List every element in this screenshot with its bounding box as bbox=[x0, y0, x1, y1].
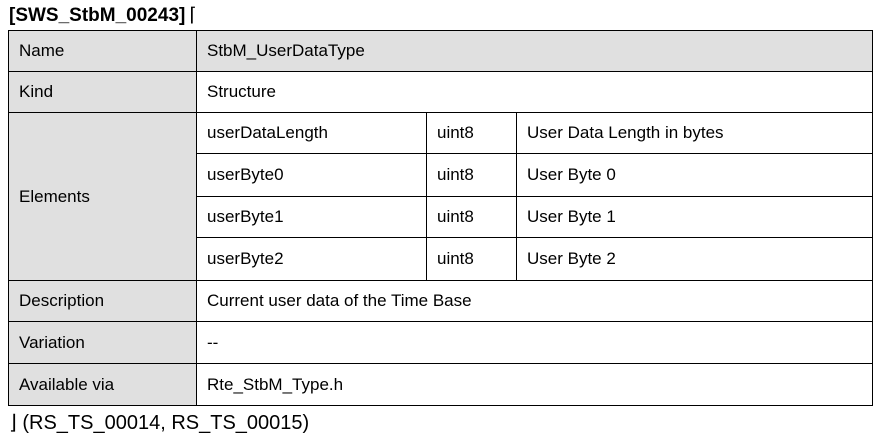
element-name: userByte2 bbox=[196, 237, 427, 281]
requirement-header: [SWS_StbM_00243] ⌈ bbox=[9, 4, 197, 28]
element-comment: User Data Length in bytes bbox=[516, 112, 873, 154]
description-label: Description bbox=[8, 280, 197, 322]
name-label: Name bbox=[8, 30, 197, 72]
table-row-kind: Kind Structure bbox=[8, 71, 873, 113]
table-row-description: Description Current user data of the Tim… bbox=[8, 280, 873, 322]
table-row-name: Name StbM_UserDataType bbox=[8, 30, 873, 72]
requirement-trace: ⌋ (RS_TS_00014, RS_TS_00015) bbox=[9, 412, 310, 434]
requirement-id: [SWS_StbM_00243] bbox=[9, 5, 186, 26]
table-row-available-via: Available via Rte_StbM_Type.h bbox=[8, 363, 873, 406]
element-type: uint8 bbox=[426, 153, 517, 197]
kind-label: Kind bbox=[8, 71, 197, 113]
element-comment: User Byte 1 bbox=[516, 196, 873, 238]
element-comment: User Byte 0 bbox=[516, 153, 873, 197]
variation-value: -- bbox=[196, 321, 873, 364]
elements-label: Elements bbox=[8, 112, 197, 281]
element-comment: User Byte 2 bbox=[516, 237, 873, 281]
element-name: userByte0 bbox=[196, 153, 427, 197]
element-type: uint8 bbox=[426, 112, 517, 154]
element-name: userDataLength bbox=[196, 112, 427, 154]
open-bracket: ⌈ bbox=[189, 5, 197, 26]
table-row-variation: Variation -- bbox=[8, 321, 873, 364]
element-type: uint8 bbox=[426, 237, 517, 281]
kind-value: Structure bbox=[196, 71, 873, 113]
element-type: uint8 bbox=[426, 196, 517, 238]
description-value: Current user data of the Time Base bbox=[196, 280, 873, 322]
element-row: Elements userDataLength uint8 User Data … bbox=[8, 112, 873, 281]
type-definition-table: Name StbM_UserDataType Kind Structure El… bbox=[8, 30, 873, 406]
available-via-label: Available via bbox=[8, 363, 197, 406]
available-via-value: Rte_StbM_Type.h bbox=[196, 363, 873, 406]
variation-label: Variation bbox=[8, 321, 197, 364]
name-value: StbM_UserDataType bbox=[196, 30, 873, 72]
element-name: userByte1 bbox=[196, 196, 427, 238]
